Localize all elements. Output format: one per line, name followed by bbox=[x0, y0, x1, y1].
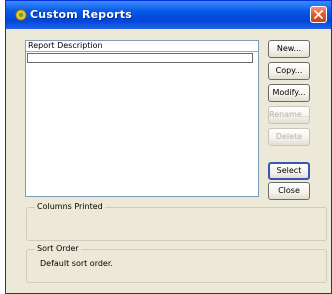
custom-reports-window: Custom Reports Report Description New...… bbox=[5, 0, 332, 294]
columns-printed-group: Columns Printed bbox=[26, 202, 327, 241]
new-button[interactable]: New... bbox=[268, 40, 310, 58]
sort-order-group: Sort Order Default sort order. bbox=[26, 244, 327, 283]
select-button[interactable]: Select bbox=[268, 162, 310, 180]
column-header-report-description[interactable]: Report Description bbox=[26, 41, 258, 52]
list-item[interactable] bbox=[27, 53, 253, 63]
window-title: Custom Reports bbox=[30, 8, 132, 21]
columns-printed-title: Columns Printed bbox=[35, 202, 105, 211]
app-icon bbox=[15, 9, 27, 21]
modify-button[interactable]: Modify... bbox=[268, 84, 310, 102]
column-header-label: Report Description bbox=[28, 41, 103, 50]
sort-order-value: Default sort order. bbox=[40, 259, 113, 268]
close-button[interactable]: Close bbox=[268, 182, 310, 200]
close-icon bbox=[314, 10, 323, 19]
title-bar[interactable]: Custom Reports bbox=[6, 1, 331, 29]
copy-button[interactable]: Copy... bbox=[268, 62, 310, 80]
report-list[interactable]: Report Description bbox=[25, 40, 259, 197]
sort-order-title: Sort Order bbox=[35, 244, 81, 253]
rename-button[interactable]: Rename... bbox=[268, 106, 310, 124]
delete-button[interactable]: Delete bbox=[268, 128, 310, 146]
close-window-button[interactable] bbox=[310, 6, 327, 23]
